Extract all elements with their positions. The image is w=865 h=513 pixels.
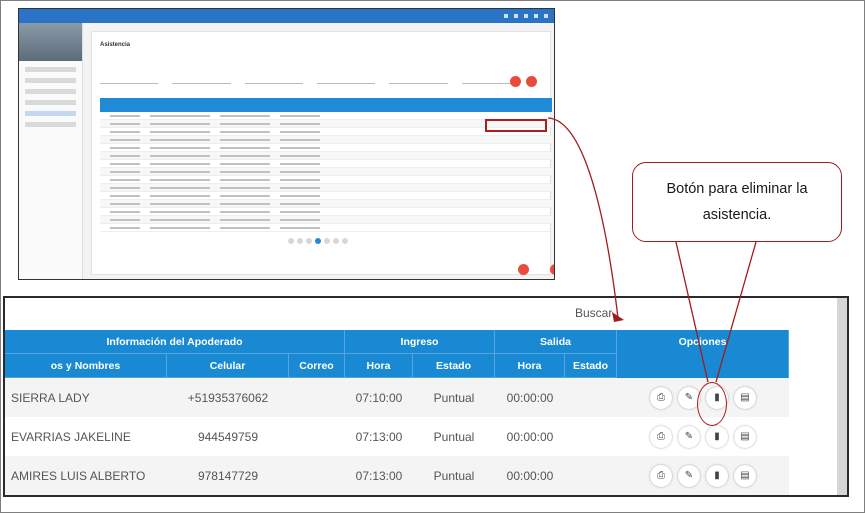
cell-out-time: 00:00:00 [506,468,554,483]
group-header-opciones: Opciones [617,330,789,354]
thumb-banner [19,23,82,61]
col-header-salida-hora: Hora [495,354,565,378]
table-row: SIERRA LADY +51935376062 07:10:00 Puntua… [5,378,789,417]
document-icon[interactable]: ▤ [734,425,756,448]
cell-in-time: 07:13:00 [355,429,403,444]
cell-out-status [565,417,617,456]
thumb-page-title: Asistencia [100,42,131,48]
zoomed-table-panel: Buscar Información del Apoderado Ingreso… [3,296,849,497]
cell-name: EVARRIAS JAKELINE [11,429,131,444]
cell-phone: 978147729 [197,468,259,483]
thumb-filter-fields [100,76,520,84]
print-icon[interactable]: ⎙ [650,425,672,448]
col-header-salida-estado: Estado [565,354,617,378]
cell-out-status [565,378,617,417]
row-options: ⎙ ✎ ▮ ▤ [617,417,789,456]
thumb-fab [510,76,521,87]
thumb-fab [550,264,554,275]
thumb-fab [518,264,529,275]
thumb-sidebar [19,23,83,279]
cell-email [289,378,345,417]
thumb-card: Asistencia [91,31,554,275]
callout-box: Botón para eliminar la asistencia. [632,162,842,242]
group-header-salida: Salida [495,330,617,354]
cell-phone: +51935376062 [187,390,269,405]
table-row: AMIRES LUIS ALBERTO 978147729 07:13:00 P… [5,456,789,495]
table-row: EVARRIAS JAKELINE 944549759 07:13:00 Pun… [5,417,789,456]
cell-out-status [565,456,617,495]
cell-email [289,417,345,456]
row-options: ⎙ ✎ ▮ ▤ [617,456,789,495]
delete-icon[interactable]: ▮ [706,464,728,487]
cell-email [289,456,345,495]
document-icon[interactable]: ▤ [734,386,756,409]
edit-icon[interactable]: ✎ [678,464,700,487]
cell-name: AMIRES LUIS ALBERTO [11,468,146,483]
callout-text: Botón para eliminar la asistencia. [666,181,808,223]
col-header-ingreso-estado: Estado [413,354,495,378]
print-icon[interactable]: ⎙ [650,386,672,409]
table-column-header: os y Nombres Celular Correo Hora Estado … [5,354,789,378]
document-icon[interactable]: ▤ [734,464,756,487]
cell-in-time: 07:10:00 [355,390,403,405]
thumb-options-highlight [485,119,547,132]
edit-icon[interactable]: ✎ [678,425,700,448]
print-icon[interactable]: ⎙ [650,464,672,487]
search-label: Buscar [575,306,613,320]
col-header-correo: Correo [289,354,345,378]
thumb-fab [526,76,537,87]
app-thumbnail: Asistencia [18,8,555,280]
col-header-nombres: os y Nombres [5,354,167,378]
cell-in-status: Puntual [433,468,475,483]
thumb-topbar [19,9,554,23]
cell-out-time: 00:00:00 [506,429,554,444]
thumb-pagination [288,238,348,244]
delete-icon[interactable]: ▮ [706,425,728,448]
table-group-header: Información del Apoderado Ingreso Salida… [5,330,789,354]
col-header-ingreso-hora: Hora [345,354,413,378]
group-header-apoderado: Información del Apoderado [5,330,345,354]
cell-phone: 944549759 [197,429,259,444]
delete-button-highlight [697,382,727,426]
cell-out-time: 00:00:00 [506,390,554,405]
cell-name: SIERRA LADY [11,390,90,405]
panel-edge [837,298,847,495]
attendance-table: Información del Apoderado Ingreso Salida… [5,330,789,495]
cell-in-time: 07:13:00 [355,468,403,483]
group-header-ingreso: Ingreso [345,330,495,354]
cell-in-status: Puntual [433,390,475,405]
cell-in-status: Puntual [433,429,475,444]
col-header-celular: Celular [167,354,289,378]
